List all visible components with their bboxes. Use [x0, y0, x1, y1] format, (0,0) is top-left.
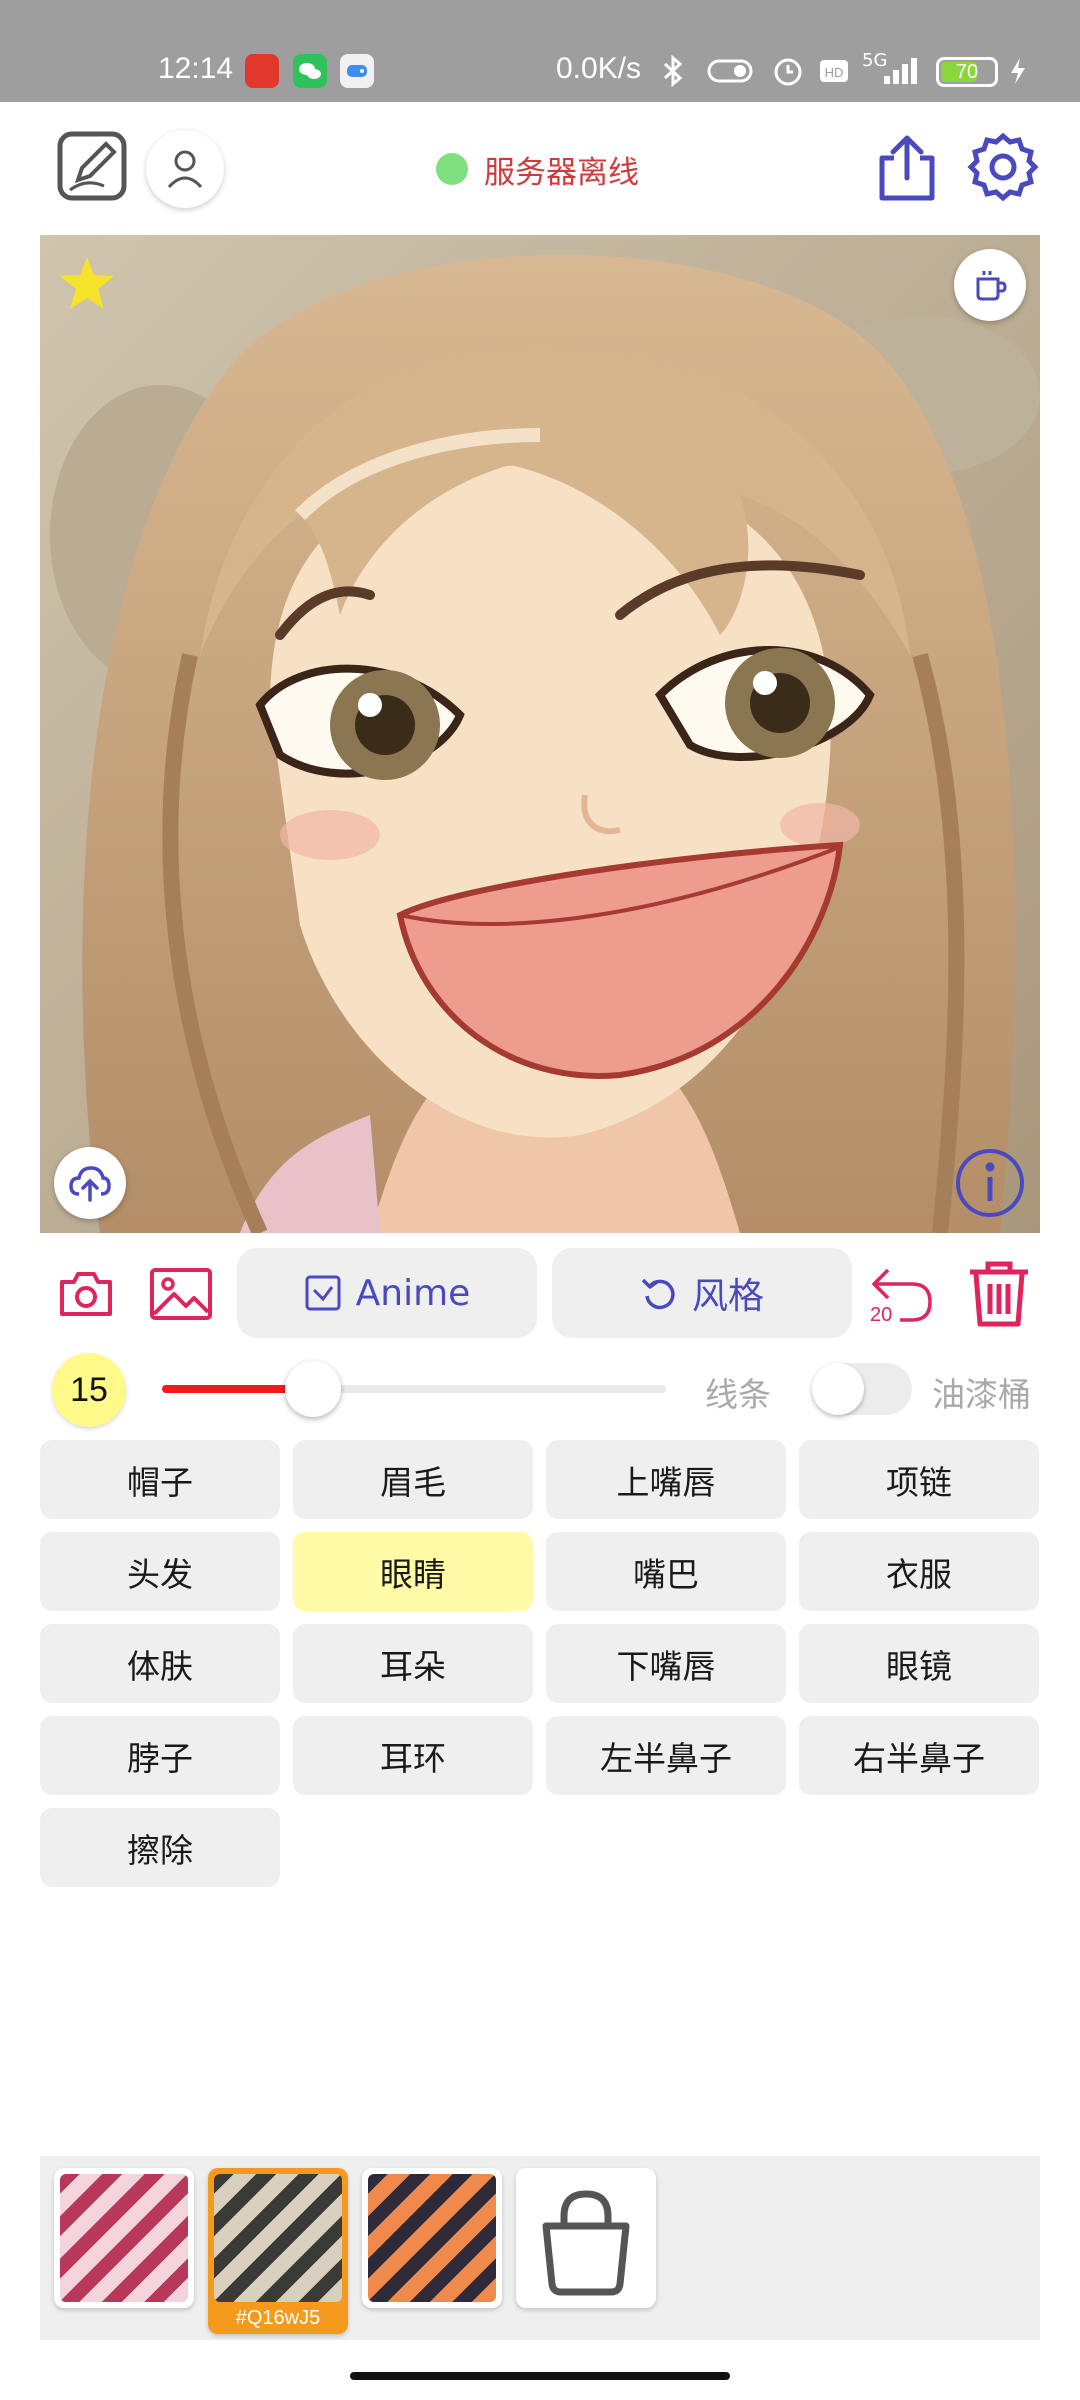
segment-tag[interactable]: 擦除 — [40, 1808, 280, 1887]
segment-tag[interactable]: 衣服 — [799, 1532, 1039, 1611]
svg-text:HD: HD — [825, 65, 844, 80]
anime-button-label: Anime — [355, 1272, 471, 1314]
undo-count: 20 — [870, 1304, 893, 1326]
user-icon — [167, 150, 203, 189]
share-button[interactable] — [874, 132, 940, 204]
segment-tag[interactable]: 上嘴唇 — [546, 1440, 786, 1519]
segment-tag[interactable]: 右半鼻子 — [799, 1716, 1039, 1795]
signal-icon — [884, 58, 917, 84]
toggle-knob — [812, 1363, 864, 1415]
gallery-icon — [150, 1268, 212, 1320]
coffee-cup-icon — [976, 271, 1007, 301]
alarm-icon — [774, 58, 802, 86]
style-swatch[interactable] — [362, 2168, 502, 2308]
segment-tag[interactable]: 下嘴唇 — [546, 1624, 786, 1703]
delete-button[interactable] — [966, 1258, 1032, 1330]
segment-tag[interactable]: 嘴巴 — [546, 1532, 786, 1611]
sketch-edit-button[interactable] — [56, 130, 128, 202]
anime-button[interactable]: Anime — [237, 1248, 537, 1338]
drawing-canvas[interactable] — [40, 235, 1040, 1233]
news-app-icon — [245, 54, 279, 88]
info-button[interactable] — [954, 1147, 1026, 1219]
favorite-star-icon[interactable] — [56, 253, 118, 315]
style-button[interactable]: 风格 — [552, 1248, 852, 1338]
brush-size-slider[interactable] — [162, 1361, 666, 1417]
camera-icon — [60, 1272, 112, 1316]
segment-tag[interactable]: 帽子 — [40, 1440, 280, 1519]
swatch-artwork — [60, 2174, 188, 2302]
style-swatch[interactable]: #Q16wJ5 — [208, 2168, 348, 2334]
segment-tag[interactable]: 头发 — [40, 1532, 280, 1611]
segment-tag[interactable]: 耳环 — [293, 1716, 533, 1795]
server-status-text: 服务器离线 — [484, 154, 639, 191]
settings-button[interactable] — [966, 130, 1040, 204]
anime-portrait-image — [40, 235, 1040, 1233]
swatch-artwork — [368, 2174, 496, 2302]
trash-icon — [970, 1261, 1028, 1327]
gallery-button[interactable] — [148, 1264, 214, 1324]
coffee-button[interactable] — [954, 249, 1026, 321]
cloud-upload-icon — [69, 1166, 111, 1202]
segment-tag[interactable]: 左半鼻子 — [546, 1716, 786, 1795]
bucket-mode-label: 油漆桶 — [932, 1375, 1031, 1414]
swatch-code: #Q16wJ5 — [235, 2307, 321, 2329]
wechat-icon — [293, 54, 327, 88]
share-icon — [879, 135, 935, 201]
style-swatch[interactable] — [54, 2168, 194, 2308]
segment-tag[interactable]: 眼镜 — [799, 1624, 1039, 1703]
settings-icon — [967, 132, 1039, 202]
swatch-artwork — [214, 2174, 342, 2302]
status-time: 12:14 — [158, 52, 234, 85]
checkbox-icon — [305, 1275, 341, 1311]
style-store-button[interactable] — [516, 2168, 656, 2308]
home-indicator[interactable] — [350, 2372, 730, 2380]
slider-thumb[interactable] — [285, 1361, 342, 1417]
style-button-label: 风格 — [691, 1276, 764, 1317]
game-app-icon — [340, 54, 374, 88]
segment-tag[interactable]: 体肤 — [40, 1624, 280, 1703]
user-button[interactable] — [146, 130, 224, 208]
status-dot — [436, 153, 468, 185]
network-speed: 0.0K/s — [556, 52, 642, 85]
server-status: 服务器离线 — [436, 146, 639, 192]
battery-level: 70 — [955, 61, 979, 83]
info-icon — [956, 1149, 1024, 1217]
bluetooth-icon — [663, 54, 683, 88]
sketch-edit-icon — [57, 131, 127, 201]
segment-tag[interactable]: 眉毛 — [293, 1440, 533, 1519]
segment-tag[interactable]: 眼睛 — [293, 1532, 533, 1611]
upload-button[interactable] — [54, 1147, 126, 1219]
segment-tag[interactable]: 项链 — [799, 1440, 1039, 1519]
style-palette: #Q16wJ5 — [40, 2156, 1040, 2340]
rotate-icon — [641, 1278, 675, 1310]
segment-tag[interactable]: 耳朵 — [293, 1624, 533, 1703]
shopping-bag-icon — [542, 2190, 630, 2296]
segment-tag[interactable]: 脖子 — [40, 1716, 280, 1795]
toggle-icon — [707, 59, 753, 83]
segment-tag-grid: 帽子 眉毛 上嘴唇 项链头发 眼睛 嘴巴 衣服体肤 耳朵 下嘴唇 眼镜脖子 耳环 左半鼻子 右半鼻子擦除 — [40, 1440, 1040, 1887]
charging-icon — [1011, 58, 1025, 84]
brush-size-badge[interactable]: 15 — [52, 1353, 126, 1427]
camera-button[interactable] — [56, 1264, 116, 1324]
line-mode-label: 线条 — [705, 1375, 771, 1414]
bucket-toggle[interactable] — [812, 1363, 912, 1415]
battery-icon: 70 — [936, 57, 998, 87]
hd-icon: HD — [820, 60, 848, 82]
status-bar: 12:14 0.0K/s HD 5G 70 — [0, 0, 1080, 102]
undo-button[interactable]: 20 — [866, 1262, 938, 1332]
